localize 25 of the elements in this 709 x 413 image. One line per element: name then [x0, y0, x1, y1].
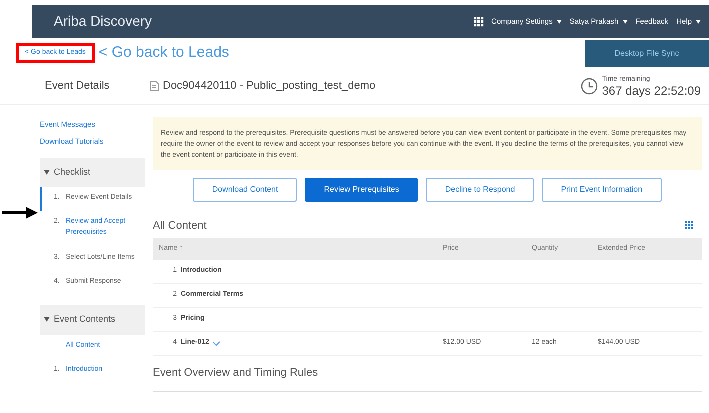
back-link[interactable]: < Go back to Leads	[98, 42, 230, 64]
action-button[interactable]: Review Prerequisites	[305, 178, 418, 202]
arrow-annotation-icon	[2, 207, 38, 219]
action-button[interactable]: Decline to Respond	[426, 178, 534, 202]
app-title: Ariba Discovery	[53, 12, 152, 31]
desktop-file-sync-button[interactable]: Desktop File Sync	[585, 40, 709, 67]
table-view-icon[interactable]	[685, 221, 694, 230]
document-title: Doc904420110 - Public_posting_test_demo	[163, 78, 376, 94]
chevron-down-icon	[212, 340, 222, 347]
caret-down-icon	[556, 20, 562, 24]
sidebar-section-header[interactable]: Event Contents	[40, 305, 145, 334]
page-title: Event Details	[45, 78, 111, 94]
caret-down-icon	[696, 20, 701, 24]
apps-grid-icon[interactable]	[474, 16, 484, 26]
sidebar-section-header[interactable]: Checklist	[40, 158, 145, 187]
caret-down-icon	[622, 20, 628, 24]
time-remaining-value: 367 days 22:52:09	[602, 85, 701, 98]
action-button[interactable]: Download Content	[193, 178, 298, 202]
document-icon	[150, 81, 159, 91]
action-button[interactable]: Print Event Information	[542, 178, 662, 202]
clock-icon	[581, 78, 598, 94]
caret-down-icon	[44, 317, 50, 322]
caret-down-icon	[44, 170, 50, 175]
table-title: All Content	[153, 218, 207, 234]
section-title: Event Overview and Timing Rules	[153, 356, 702, 392]
